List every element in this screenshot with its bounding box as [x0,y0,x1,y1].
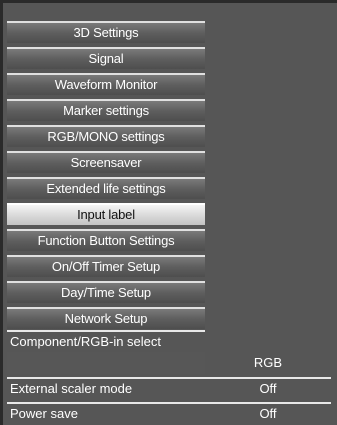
menu-item-input-label[interactable]: Input label [7,203,205,225]
menu-item-day-time-setup[interactable]: Day/Time Setup [7,281,205,303]
component-rgb-select-value-row[interactable]: RGB [7,352,331,374]
power-save-row[interactable]: Power save Off [7,402,331,424]
menu-item-function-button-settings[interactable]: Function Button Settings [7,229,205,251]
menu-item-extended-life-settings[interactable]: Extended life settings [7,177,205,199]
menu-item-signal[interactable]: Signal [7,47,205,69]
component-rgb-select-row[interactable]: Component/RGB-in select [7,330,331,352]
row-divider [7,330,205,332]
menu-item-rgb-mono-settings[interactable]: RGB/MONO settings [7,125,205,147]
value-row-spacer [7,352,205,374]
setup-menu-panel: 3D Settings Signal Waveform Monitor Mark… [0,0,337,425]
menu-item-waveform-monitor[interactable]: Waveform Monitor [7,73,205,95]
external-scaler-mode-value[interactable]: Off [205,379,331,399]
power-save-label: Power save [10,406,78,421]
setup-menu-list: 3D Settings Signal Waveform Monitor Mark… [7,21,205,333]
menu-item-marker-settings[interactable]: Marker settings [7,99,205,121]
external-scaler-mode-row[interactable]: External scaler mode Off [7,377,331,399]
external-scaler-mode-label: External scaler mode [10,381,133,396]
menu-item-3d-settings[interactable]: 3D Settings [7,21,205,43]
component-rgb-select-value[interactable]: RGB [205,352,331,374]
settings-section: Component/RGB-in select RGB External sca… [7,330,331,424]
component-rgb-select-label: Component/RGB-in select [10,334,162,349]
menu-item-network-setup[interactable]: Network Setup [7,307,205,329]
menu-item-on-off-timer-setup[interactable]: On/Off Timer Setup [7,255,205,277]
menu-item-screensaver[interactable]: Screensaver [7,151,205,173]
power-save-value[interactable]: Off [205,404,331,424]
